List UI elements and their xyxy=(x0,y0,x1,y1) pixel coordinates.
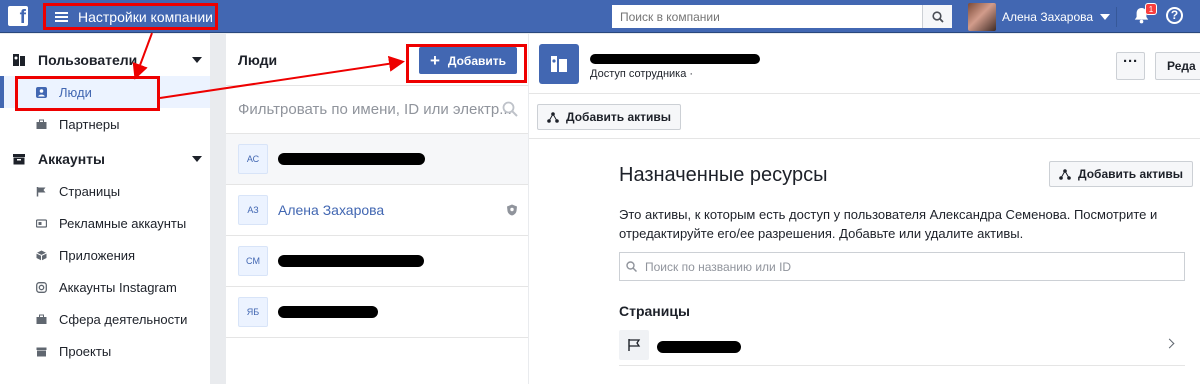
person-row[interactable]: СМ xyxy=(226,236,528,287)
company-search-input[interactable] xyxy=(612,5,922,28)
asset-search-input[interactable]: Поиск по названию или ID xyxy=(619,252,1185,281)
sidebar-item-apps[interactable]: Приложения xyxy=(0,239,210,271)
company-settings-menu-button[interactable]: Настройки компании xyxy=(43,3,218,30)
person-initials-avatar: АС xyxy=(238,144,268,174)
redacted-name xyxy=(278,306,378,318)
people-filter[interactable]: Фильтровать по имени, ID или электр... xyxy=(226,86,528,134)
person-row[interactable]: АС xyxy=(226,134,528,185)
instagram-icon xyxy=(36,281,47,293)
share-nodes-icon xyxy=(1059,168,1071,180)
sidebar-item-ad-accounts[interactable]: Рекламные аккаунты xyxy=(0,207,210,239)
person-row[interactable]: АЗ Алена Захарова xyxy=(226,185,528,236)
chevron-right-icon xyxy=(1164,338,1175,349)
add-assets-button[interactable]: Добавить активы xyxy=(537,104,682,130)
page-asset-row[interactable] xyxy=(619,330,1185,366)
redacted-page-name xyxy=(657,341,741,353)
person-initials-avatar: СМ xyxy=(238,246,268,276)
person-initials-avatar: АЗ xyxy=(238,195,268,225)
user-menu[interactable]: Алена Захарова xyxy=(968,2,1111,31)
company-settings-label: Настройки компании xyxy=(78,8,213,25)
redacted-person-name xyxy=(590,54,760,64)
flag-icon xyxy=(36,186,46,196)
folder-icon xyxy=(13,153,25,164)
add-assets-button[interactable]: Добавить активы xyxy=(1049,161,1194,187)
help-icon[interactable]: ? xyxy=(1166,7,1183,24)
highlight-add-button xyxy=(406,44,527,83)
flag-icon xyxy=(619,330,649,360)
people-panel-title: Люди xyxy=(238,51,278,68)
facebook-logo-icon[interactable]: f xyxy=(8,6,28,28)
person-initials-avatar: ЯБ xyxy=(238,297,268,327)
person-row[interactable]: ЯБ xyxy=(226,287,528,338)
edit-button[interactable]: Реда xyxy=(1155,52,1200,80)
redacted-name xyxy=(278,255,424,267)
assigned-resources-description: Это активы, к которым есть доступ у поль… xyxy=(619,207,1158,241)
people-panel: Люди + Добавить Фильтровать по имени, ID… xyxy=(226,34,528,384)
briefcase-icon xyxy=(36,119,47,129)
search-icon xyxy=(502,101,518,117)
divider xyxy=(1116,7,1117,27)
more-options-button[interactable]: ··· xyxy=(1116,52,1145,80)
person-avatar-icon xyxy=(539,44,579,84)
person-detail-header: Доступ сотрудника · ··· Реда xyxy=(529,34,1200,94)
people-filter-placeholder: Фильтровать по имени, ID или электр... xyxy=(238,101,512,118)
redacted-name xyxy=(278,153,425,165)
sidebar-item-partners[interactable]: Партнеры xyxy=(0,108,210,140)
top-bar: f Настройки компании Алена Захарова 1 ? xyxy=(0,0,1200,33)
notification-badge: 1 xyxy=(1145,3,1157,15)
assigned-resources-title: Назначенные ресурсы xyxy=(619,164,828,186)
highlight-people-item xyxy=(15,76,160,111)
users-icon xyxy=(13,53,25,66)
search-icon xyxy=(931,10,944,23)
person-role: Доступ сотрудника · xyxy=(590,68,694,80)
person-detail-panel: Доступ сотрудника · ··· Реда Добавить ак… xyxy=(529,34,1200,384)
search-icon xyxy=(626,261,637,272)
ad-account-icon xyxy=(36,218,47,228)
hamburger-icon xyxy=(55,11,68,22)
sidebar-section-users[interactable]: Пользователи xyxy=(0,43,210,76)
chevron-down-icon xyxy=(192,57,202,63)
user-avatar xyxy=(968,2,996,31)
share-nodes-icon xyxy=(547,111,559,123)
sidebar-section-accounts[interactable]: Аккаунты xyxy=(0,142,210,175)
person-name: Алена Захарова xyxy=(278,202,385,218)
cube-icon xyxy=(36,250,47,260)
company-search xyxy=(612,5,952,28)
briefcase-icon xyxy=(36,314,47,324)
admin-shield-icon xyxy=(507,204,517,216)
chevron-down-icon xyxy=(1100,13,1111,20)
sidebar-item-pages[interactable]: Страницы xyxy=(0,175,210,207)
sidebar-item-instagram-accounts[interactable]: Аккаунты Instagram xyxy=(0,271,210,303)
sidebar-item-business-lines[interactable]: Сфера деятельности xyxy=(0,303,210,335)
user-name: Алена Захарова xyxy=(1002,9,1094,24)
chevron-down-icon xyxy=(192,156,202,162)
pages-section-label: Страницы xyxy=(619,303,690,319)
folder-icon xyxy=(36,347,47,356)
detail-toolbar: Добавить активы xyxy=(529,94,1200,139)
search-button[interactable] xyxy=(922,5,952,28)
sidebar-item-projects[interactable]: Проекты xyxy=(0,335,210,367)
